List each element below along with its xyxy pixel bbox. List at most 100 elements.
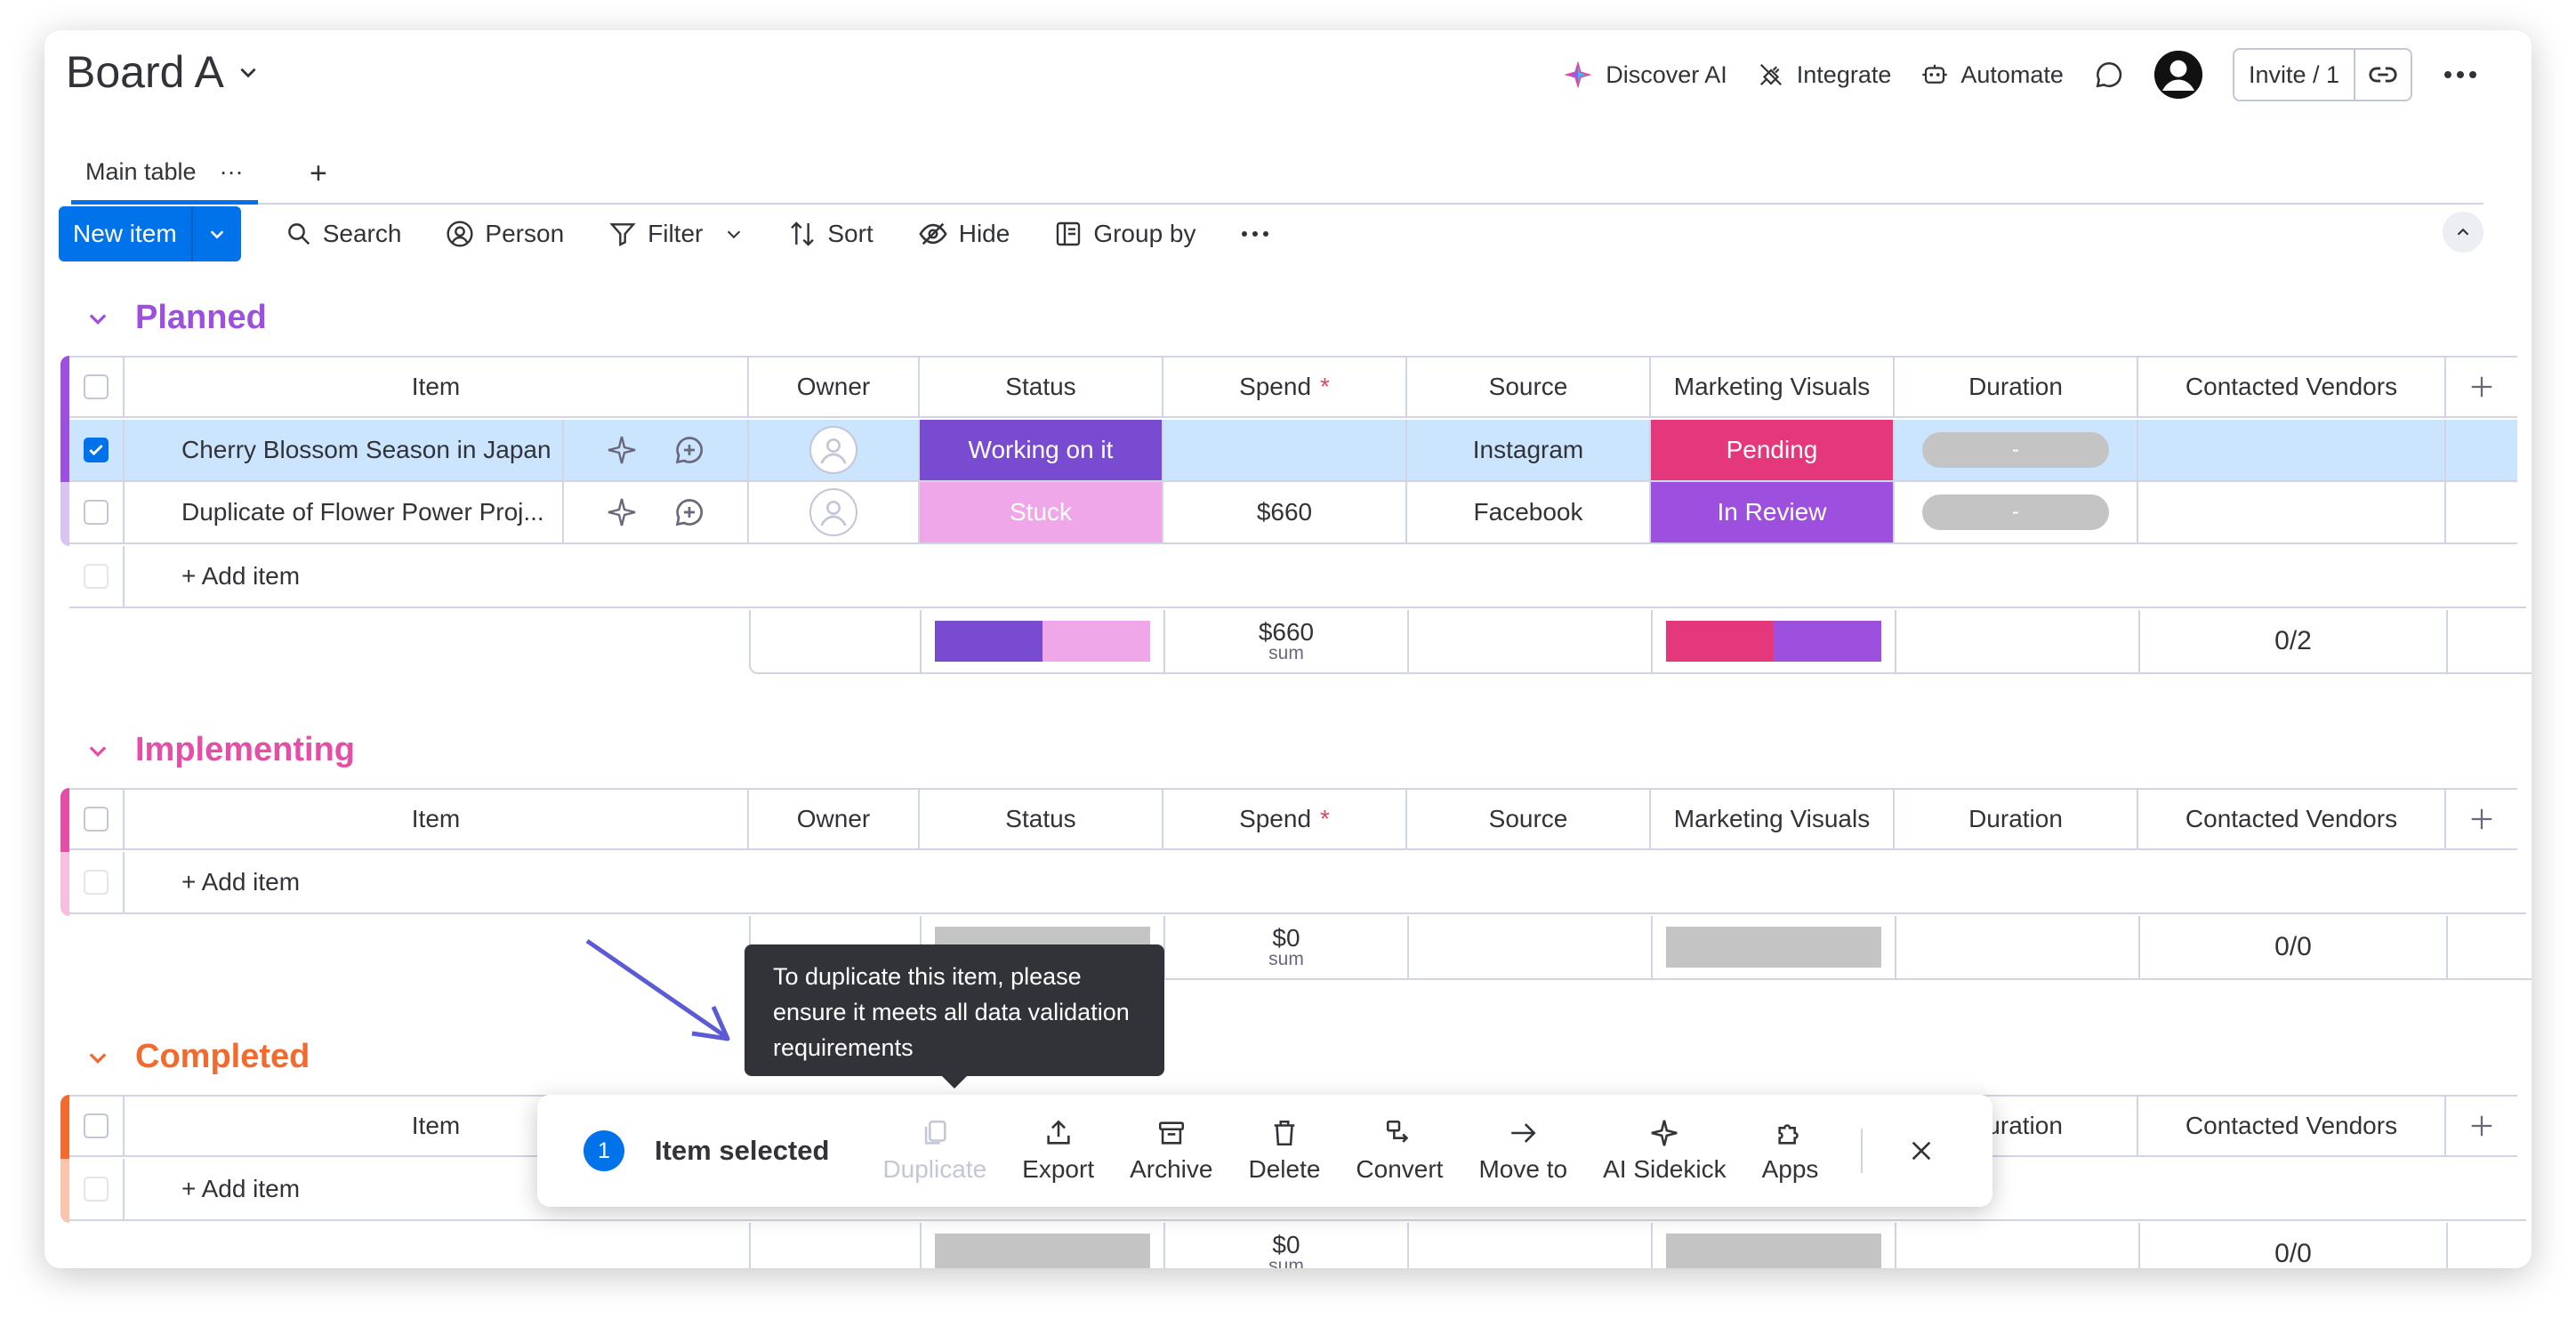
column-header[interactable]: Marketing Visuals [1651, 790, 1895, 848]
add-item-input[interactable]: + Add item [125, 546, 2526, 607]
move-to-action-button[interactable]: Move to [1461, 1118, 1585, 1184]
integrate-button[interactable]: Integrate [1758, 61, 1891, 89]
group-title-planned[interactable]: Planned [85, 299, 267, 337]
status-label: Working on it [920, 420, 1162, 480]
group-by-button[interactable]: Group by [1054, 220, 1196, 248]
export-action-button[interactable]: Export [1004, 1118, 1112, 1184]
column-header-spend[interactable]: Spend * [1163, 358, 1407, 416]
column-header[interactable]: Owner [749, 358, 920, 416]
column-header[interactable]: Status [920, 358, 1163, 416]
contacted-vendors-cell[interactable] [2138, 482, 2446, 542]
column-header[interactable]: Status [920, 790, 1163, 848]
new-item-dropdown-button[interactable] [193, 206, 241, 261]
copy-link-button[interactable] [2355, 50, 2411, 100]
convert-action-button[interactable]: Convert [1338, 1118, 1461, 1184]
column-header[interactable]: Source [1407, 358, 1651, 416]
delete-action-button[interactable]: Delete [1230, 1118, 1338, 1184]
status-cell[interactable]: Stuck [920, 482, 1163, 542]
summary-vendors[interactable]: 0/0 [2140, 1223, 2448, 1268]
summary-visuals-bar[interactable] [1653, 916, 1896, 978]
group-title-completed[interactable]: Completed [85, 1038, 310, 1076]
column-header[interactable]: Contacted Vendors [2138, 1097, 2446, 1155]
column-header[interactable]: Marketing Visuals [1651, 358, 1895, 416]
plus-icon [2471, 808, 2492, 830]
item-name[interactable]: Cherry Blossom Season in Japan [125, 420, 564, 480]
board-menu-button[interactable] [2443, 69, 2478, 80]
column-header-spend[interactable]: Spend * [1163, 790, 1407, 848]
duration-cell[interactable]: - [1895, 420, 2138, 480]
source-cell[interactable]: Facebook [1407, 482, 1651, 542]
group-title-implementing[interactable]: Implementing [85, 731, 355, 769]
summary-spend-label: sum [1268, 949, 1304, 969]
ai-sparkle-icon[interactable] [606, 496, 638, 528]
marketing-visuals-cell[interactable]: Pending [1651, 420, 1895, 480]
owner-cell[interactable] [749, 420, 920, 480]
tab-more-button[interactable]: ··· [220, 158, 244, 186]
summary-spend[interactable]: $0 sum [1165, 1223, 1409, 1268]
sort-icon [791, 221, 815, 246]
column-header[interactable]: Duration [1895, 790, 2138, 848]
contacted-vendors-cell[interactable] [2138, 420, 2446, 480]
marketing-visuals-cell[interactable]: In Review [1651, 482, 1895, 542]
summary-status-bar[interactable] [922, 610, 1165, 672]
row-checkbox[interactable] [84, 438, 109, 462]
table-row[interactable]: Cherry Blossom Season in Japan Working o… [69, 420, 2517, 482]
summary-visuals-bar[interactable] [1653, 1223, 1896, 1268]
column-header[interactable]: Item [125, 358, 749, 416]
column-header[interactable]: Source [1407, 790, 1651, 848]
archive-action-button[interactable]: Archive [1112, 1118, 1230, 1184]
sort-button[interactable]: Sort [788, 220, 873, 248]
column-header[interactable]: Contacted Vendors [2138, 790, 2446, 848]
user-avatar[interactable] [2153, 51, 2202, 99]
select-all-checkbox[interactable] [84, 807, 109, 832]
add-update-icon[interactable] [673, 434, 705, 466]
table-row[interactable]: Duplicate of Flower Power Proj... Stuck … [69, 482, 2517, 544]
select-all-checkbox[interactable] [84, 1113, 109, 1138]
spend-cell[interactable]: $660 [1163, 482, 1407, 542]
column-header[interactable]: Item [125, 790, 749, 848]
empty-cell [2448, 1223, 2519, 1268]
duplicate-action-button[interactable]: Duplicate [865, 1118, 1004, 1184]
board-title[interactable]: Board A [66, 46, 260, 98]
updates-button[interactable] [2094, 60, 2124, 90]
source-cell[interactable]: Instagram [1407, 420, 1651, 480]
new-item-button[interactable]: New item [59, 206, 193, 261]
summary-visuals-bar[interactable] [1653, 610, 1896, 672]
person-filter-button[interactable]: Person [446, 220, 564, 248]
row-checkbox[interactable] [84, 500, 109, 525]
close-bulk-bar-button[interactable] [1889, 1137, 1953, 1165]
summary-vendors[interactable]: 0/2 [2140, 610, 2448, 672]
filter-button[interactable]: Filter [608, 220, 744, 248]
add-column-button[interactable] [2446, 790, 2517, 848]
tab-main-table[interactable]: Main table ··· [71, 126, 258, 205]
owner-cell[interactable] [749, 482, 920, 542]
column-header[interactable]: Duration [1895, 358, 2138, 416]
add-column-button[interactable] [2446, 358, 2517, 416]
add-column-button[interactable] [2446, 1097, 2517, 1155]
status-cell[interactable]: Working on it [920, 420, 1163, 480]
ai-sidekick-action-button[interactable]: AI Sidekick [1585, 1118, 1744, 1184]
spend-cell[interactable] [1163, 420, 1407, 480]
ai-sparkle-icon[interactable] [606, 434, 638, 466]
add-item-input[interactable]: + Add item [125, 852, 2526, 912]
summary-status-bar[interactable] [922, 1223, 1165, 1268]
chevron-up-icon [2457, 228, 2469, 236]
automate-button[interactable]: Automate [1921, 61, 2064, 89]
search-button[interactable]: Search [286, 220, 401, 248]
toolbar-more-button[interactable] [1241, 229, 1269, 238]
add-update-icon[interactable] [673, 496, 705, 528]
invite-button[interactable]: Invite / 1 [2234, 50, 2355, 100]
column-header[interactable]: Contacted Vendors [2138, 358, 2446, 416]
discover-ai-button[interactable]: Discover AI [1563, 60, 1727, 90]
collapse-header-button[interactable] [2443, 212, 2483, 253]
column-header[interactable]: Owner [749, 790, 920, 848]
apps-action-button[interactable]: Apps [1744, 1118, 1837, 1184]
add-view-button[interactable]: + [310, 157, 327, 191]
duration-cell[interactable]: - [1895, 482, 2138, 542]
summary-spend[interactable]: $660 sum [1165, 610, 1409, 672]
summary-vendors[interactable]: 0/0 [2140, 916, 2448, 978]
summary-spend[interactable]: $0 sum [1165, 916, 1409, 978]
select-all-checkbox[interactable] [84, 374, 109, 399]
hide-button[interactable]: Hide [918, 219, 1010, 249]
item-name[interactable]: Duplicate of Flower Power Proj... [125, 482, 564, 542]
